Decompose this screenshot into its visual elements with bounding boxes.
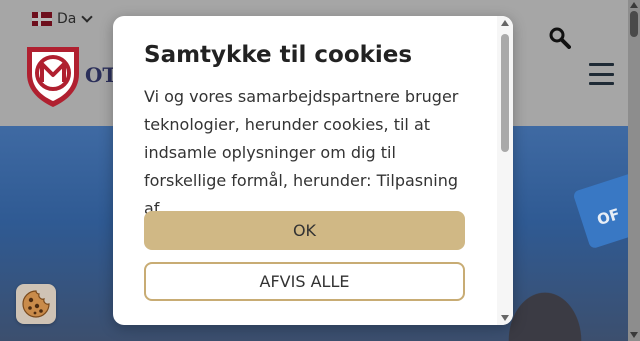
dialog-scrollbar[interactable] — [497, 16, 513, 325]
danish-flag-icon — [32, 12, 52, 26]
menu-bar — [589, 82, 614, 85]
scroll-up-arrow-icon[interactable] — [501, 20, 509, 26]
club-logo[interactable] — [24, 44, 82, 108]
cookie-consent-dialog: Samtykke til cookies Vi og vores samarbe… — [113, 16, 513, 325]
search-icon[interactable] — [549, 27, 571, 49]
scroll-down-arrow-icon[interactable] — [630, 332, 638, 338]
cookie-settings-button[interactable] — [16, 284, 56, 324]
page-scroll-thumb[interactable] — [630, 11, 638, 37]
hamburger-menu-icon[interactable] — [589, 63, 614, 85]
menu-bar — [589, 72, 614, 76]
dialog-body-text: Vi og vores samarbejdspartnere bruger te… — [144, 87, 459, 215]
dialog-title: Samtykke til cookies — [144, 42, 413, 68]
language-label: Da — [57, 11, 77, 27]
cookie-icon — [22, 290, 50, 318]
dialog-body-container[interactable]: Vi og vores samarbejdspartnere bruger te… — [144, 83, 474, 215]
reject-all-button[interactable]: AFVIS ALLE — [144, 262, 465, 301]
scroll-up-arrow-icon[interactable] — [630, 2, 638, 8]
language-selector[interactable]: Da — [32, 8, 94, 30]
dialog-scroll-thumb[interactable] — [501, 34, 509, 152]
page-scrollbar[interactable] — [628, 0, 640, 341]
chevron-down-icon — [81, 10, 94, 23]
ok-button[interactable]: OK — [144, 211, 465, 250]
scroll-down-arrow-icon[interactable] — [501, 315, 509, 321]
menu-bar — [589, 63, 614, 66]
